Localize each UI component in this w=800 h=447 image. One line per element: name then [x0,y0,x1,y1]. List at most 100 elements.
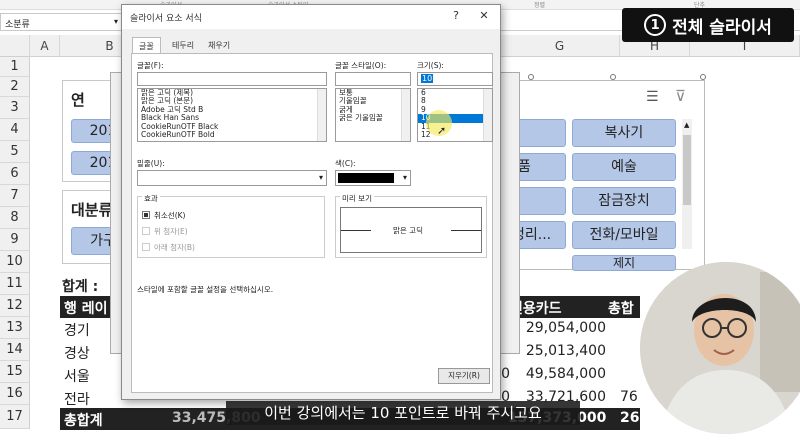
strikethrough-label: 취소선(K) [154,211,186,220]
badge-number: 1 [644,14,667,36]
slicer-item-right-4[interactable]: 전화/모바일 [572,221,676,249]
superscript-label: 위 첨자(E) [154,227,188,236]
tab-font[interactable]: 글꼴 [132,37,161,53]
font-style-input[interactable] [335,72,411,86]
slicer-item-right-2[interactable]: 예술 [572,153,676,181]
slicer-category-title: 대분류 [71,201,113,219]
font-label: 글꼴(F): [137,61,164,70]
style-option[interactable]: 굵은 기울임꼴 [336,113,410,122]
slicer-item-right-3[interactable]: 잠금장치 [572,187,676,215]
superscript-checkbox[interactable] [142,227,150,235]
presenter-figure [640,262,800,434]
effects-label: 효과 [142,193,160,204]
row-header-2[interactable]: 2 [0,77,30,97]
row-header-1[interactable]: 1 [0,57,30,77]
row-header-6[interactable]: 6 [0,163,30,185]
pivot-region-1[interactable]: 경기 [64,320,90,340]
clear-button[interactable]: 지우기(R) [438,368,490,384]
font-option[interactable]: CookieRunOTF Bold [138,130,326,139]
underline-select[interactable]: ▾ [137,170,327,186]
slicer-year-title: 연 [71,91,85,109]
badge-text: 전체 슬라이서 [672,17,772,38]
close-button[interactable]: ✕ [476,9,492,25]
info-text: 스타일에 포함할 글꼴 설정을 선택하십시오. [137,285,274,294]
size-option[interactable]: 8 [418,96,492,105]
ribbon-item-align[interactable]: 정렬 [534,0,545,9]
column-header-a[interactable]: A [30,35,60,57]
scroll-up-icon[interactable]: ▲ [684,121,689,129]
size-input[interactable]: 10 [417,72,493,86]
section-badge: 1 전체 슬라이서 [622,8,794,42]
preview-label: 미리 보기 [340,193,374,204]
multi-select-icon[interactable]: ☰ [646,89,659,105]
row-header-12[interactable]: 12 [0,295,30,317]
effects-group: 효과 취소선(K) 위 첨자(E) 아래 첨자(B) [137,193,325,258]
size-label: 크기(S): [417,61,444,70]
slicer-item-right-5[interactable]: 제지 [572,255,676,271]
row-header-17[interactable]: 17 [0,405,30,429]
row-header-16[interactable]: 16 [0,383,30,405]
size-list-scrollbar[interactable] [483,89,492,141]
size-option[interactable]: 6 [418,89,492,97]
chevron-down-icon: ▾ [402,173,407,182]
pivot-grand-total-right: 264,43 [620,410,675,426]
font-style-list[interactable]: 보통 기울임꼴 굵게 굵은 기울임꼴 [335,88,411,142]
row-header-3[interactable]: 3 [0,97,30,119]
resize-handle[interactable] [528,74,534,80]
subscript-label: 아래 첨자(B) [154,243,195,252]
name-box-value: 소분류 [5,20,30,30]
subscript-checkbox[interactable] [142,243,150,251]
preview-baseline-left [341,230,371,231]
column-header-g[interactable]: G [500,35,620,57]
subtitle-caption: 이번 강의에서는 10 포인트로 바꿔 주시고요 [226,401,580,425]
webcam-overlay [640,262,800,434]
slicer-items[interactable]: ☰ ⊽ ▲ 품 정리... 복사기 예술 잠금장치 전화/모바일 제지 [500,80,705,271]
pivot-region-2[interactable]: 경상 [64,343,90,363]
tab-border[interactable]: 테두리 [166,37,200,53]
style-list-scrollbar[interactable] [401,89,410,141]
chevron-down-icon[interactable]: ▾ [114,17,118,26]
row-header-7[interactable]: 7 [0,185,30,207]
underline-label: 밑줄(U): [137,159,165,168]
row-header-11[interactable]: 11 [0,273,30,295]
row-header-9[interactable]: 9 [0,229,30,251]
row-header-5[interactable]: 5 [0,141,30,163]
row-header-15[interactable]: 15 [0,361,30,383]
size-input-value: 10 [421,74,434,83]
row-header-8[interactable]: 8 [0,207,30,229]
preview-box: 맑은 고딕 [340,207,482,253]
color-picker[interactable]: ▾ [335,170,411,186]
dialog-title: 슬라이서 요소 서식 [130,14,202,24]
font-list-scrollbar[interactable] [317,89,326,141]
preview-text: 맑은 고딕 [393,226,423,235]
clear-filter-icon[interactable]: ⊽ [675,87,686,105]
color-label: 색(C): [335,159,356,168]
pivot-region-4[interactable]: 전라 [64,389,90,409]
pivot-row-label-header[interactable]: 행 레이 [64,298,108,318]
slicer-item-right-1[interactable]: 복사기 [572,119,676,147]
row-header-14[interactable]: 14 [0,339,30,361]
dialog-title-bar[interactable]: 슬라이서 요소 서식 [122,5,500,29]
pivot-col-total: 총합 [608,301,634,317]
select-all-corner[interactable] [0,35,30,57]
pivot-grand-total-label: 총합계 [64,413,103,429]
row-header-13[interactable]: 13 [0,317,30,339]
row-header-10[interactable]: 10 [0,251,30,273]
pivot-region-3[interactable]: 서울 [64,366,90,386]
format-slicer-element-dialog: 슬라이서 요소 서식 ? ✕ 글꼴 테두리 채우기 글꼴(F): 맑은 고딕 (… [121,4,501,400]
row-header-4[interactable]: 4 [0,119,30,141]
font-input[interactable] [137,72,327,86]
cursor-icon: ➚ [437,124,447,137]
preview-baseline-right [451,230,481,231]
slicer-scrollbar[interactable]: ▲ [682,119,692,249]
font-list[interactable]: 맑은 고딕 (제목) 맑은 고딕 (본문) Adobe 고딕 Std B Bla… [137,88,327,142]
pivot-card-3: 49,584,000 [525,366,606,382]
help-button[interactable]: ? [448,9,464,25]
scroll-thumb[interactable] [683,135,691,205]
resize-handle[interactable] [700,74,706,80]
chevron-down-icon: ▾ [318,173,323,182]
tab-fill[interactable]: 채우기 [202,37,236,53]
name-box[interactable]: 소분류 ▾ [0,13,122,31]
strikethrough-checkbox[interactable] [142,211,150,219]
resize-handle[interactable] [610,74,616,80]
